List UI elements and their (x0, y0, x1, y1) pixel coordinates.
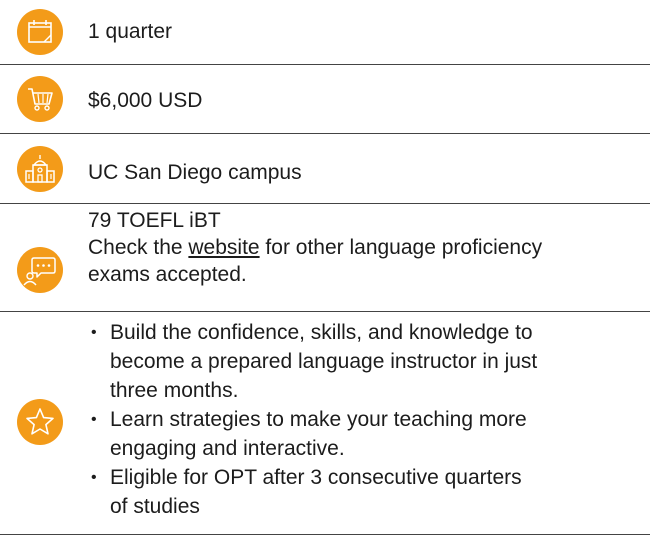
check-suffix: for other language proficiency (259, 236, 543, 259)
toefl-requirement: 79 TOEFL iBT (88, 209, 221, 232)
highlights-list: Build the confidence, skills, and knowle… (88, 318, 628, 521)
duration-row: 1 quarter (0, 0, 650, 65)
list-item-line: Build the confidence, skills, and knowle… (110, 321, 533, 344)
language-check-line: Check the website for other language pro… (88, 234, 542, 261)
language-row: 79 TOEFL iBT Check the website for other… (0, 204, 650, 312)
program-info-list: 1 quarter $6,000 USD UC San Diego campus… (0, 0, 650, 550)
star-icon (17, 399, 63, 445)
list-item-line: three months. (110, 379, 239, 402)
list-item-line: engaging and interactive. (110, 437, 345, 460)
check-prefix: Check the (88, 236, 189, 259)
list-item: Build the confidence, skills, and knowle… (88, 318, 628, 405)
list-item-line: become a prepared language instructor in… (110, 350, 538, 373)
website-link[interactable]: website (188, 236, 259, 259)
list-item: Learn strategies to make your teaching m… (88, 405, 628, 463)
list-item: Eligible for OPT after 3 consecutive qua… (88, 463, 628, 521)
list-item-line: of studies (110, 495, 200, 518)
cost-text: $6,000 USD (88, 89, 203, 112)
location-text: UC San Diego campus (88, 161, 302, 184)
language-exams-line: exams accepted. (88, 263, 247, 286)
language-text: 79 TOEFL iBT Check the website for other… (88, 207, 542, 288)
location-row: UC San Diego campus (0, 134, 650, 204)
duration-text: 1 quarter (88, 20, 173, 43)
list-item-line: Learn strategies to make your teaching m… (110, 408, 527, 431)
highlights-row: Build the confidence, skills, and knowle… (0, 312, 650, 535)
shopping-cart-icon (17, 76, 63, 122)
campus-building-icon (17, 146, 63, 192)
cost-row: $6,000 USD (0, 65, 650, 134)
calendar-icon (17, 9, 63, 55)
list-item-line: Eligible for OPT after 3 consecutive qua… (110, 466, 522, 489)
chat-person-icon (17, 247, 63, 293)
